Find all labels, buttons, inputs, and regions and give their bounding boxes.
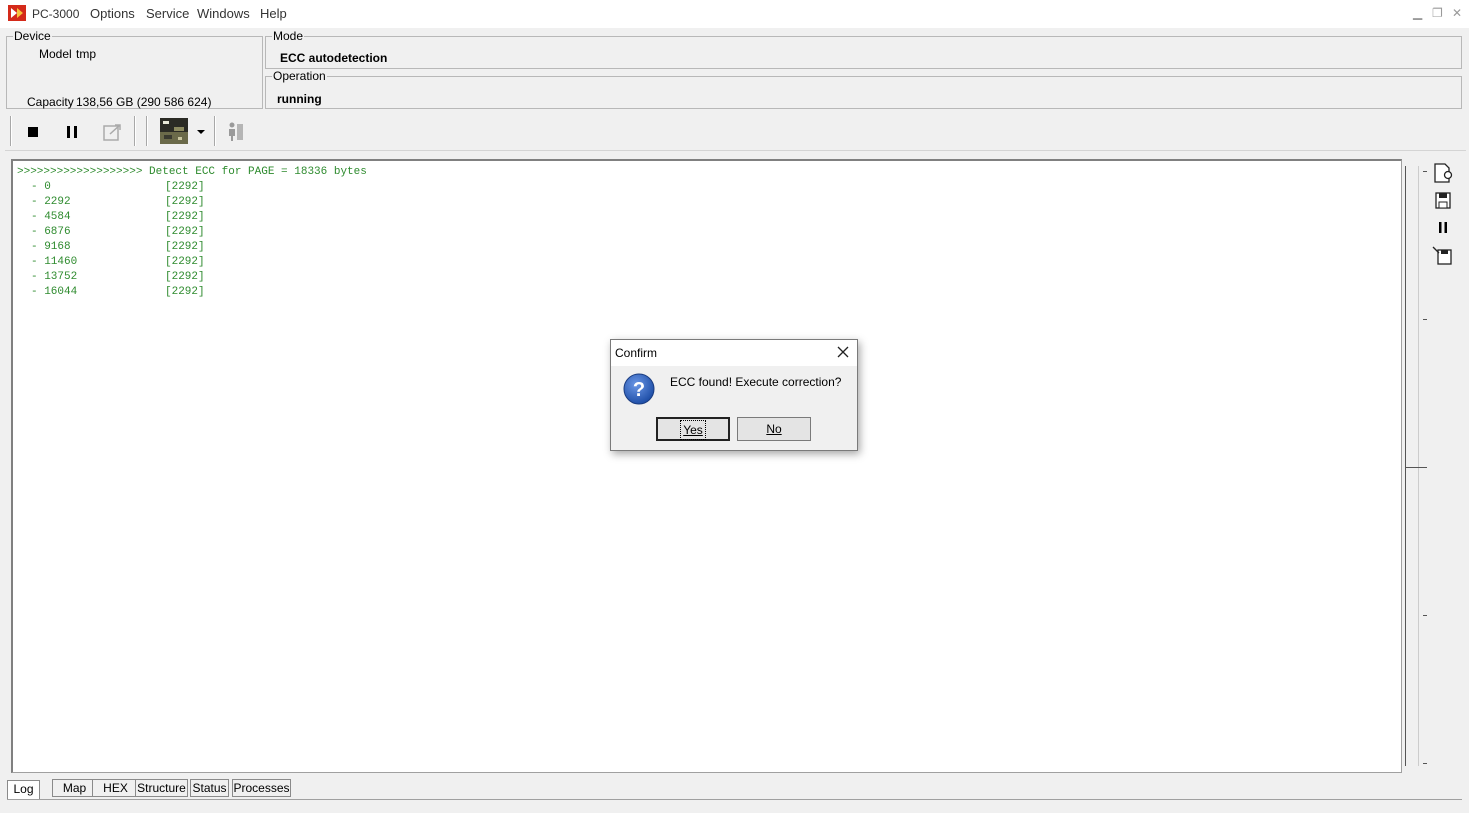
tab-log[interactable]: Log (7, 780, 40, 800)
log-row-offset: - 9168 (31, 241, 71, 253)
log-settings-icon[interactable] (1431, 162, 1455, 184)
menu-service[interactable]: Service (144, 6, 191, 21)
model-value: tmp (76, 47, 97, 61)
yes-button-label: Yes (680, 420, 706, 440)
tab-structure[interactable]: Structure (135, 779, 188, 797)
menu-options[interactable]: Options (88, 6, 137, 21)
device-group: Device Model tmp Capacity 138,56 GB (290… (6, 29, 263, 109)
device-legend: Device (13, 29, 52, 43)
no-button-label: No (766, 422, 782, 436)
no-button[interactable]: No (737, 417, 811, 441)
close-icon[interactable]: ✕ (1452, 6, 1462, 20)
log-panel[interactable]: >>>>>>>>>>>>>>>>>>> Detect ECC for PAGE … (11, 159, 1402, 773)
operation-legend: Operation (272, 69, 327, 83)
app-title: PC-3000 (32, 7, 80, 21)
menu-help[interactable]: Help (258, 6, 289, 21)
log-row-offset: - 2292 (31, 196, 71, 208)
log-header-line: >>>>>>>>>>>>>>>>>>> Detect ECC for PAGE … (17, 166, 367, 178)
mode-group: Mode ECC autodetection (265, 29, 1462, 69)
log-row-offset: - 11460 (31, 256, 78, 268)
toolbar (5, 112, 1466, 151)
tab-map[interactable]: Map (52, 779, 97, 797)
person-icon[interactable] (223, 120, 247, 144)
mode-legend: Mode (272, 29, 305, 43)
log-row-value: [2292] (165, 256, 205, 268)
tab-hex[interactable]: HEX (92, 779, 139, 797)
tab-status[interactable]: Status (190, 779, 229, 797)
log-row-value: [2292] (165, 211, 205, 223)
minimize-icon[interactable]: ▁ (1413, 6, 1422, 20)
scale-tick (1423, 171, 1427, 172)
dialog-message: ECC found! Execute correction? (670, 375, 842, 389)
log-row-value: [2292] (165, 286, 205, 298)
stop-icon[interactable] (21, 120, 45, 144)
toolbar-separator (214, 116, 216, 146)
confirm-dialog: Confirm ? ECC found! Execute correction?… (610, 339, 858, 451)
pause-icon[interactable] (60, 120, 84, 144)
log-row-offset: - 0 (31, 181, 51, 193)
mode-value: ECC autodetection (280, 51, 388, 65)
pause-log-icon[interactable] (1431, 217, 1455, 239)
operation-group: Operation running (265, 69, 1462, 109)
log-row-offset: - 6876 (31, 226, 71, 238)
capacity-label: Capacity (27, 95, 74, 109)
log-row-offset: - 13752 (31, 271, 78, 283)
scale-tick (1423, 319, 1427, 320)
model-label: Model (39, 47, 72, 61)
log-row-offset: - 16044 (31, 286, 78, 298)
log-row-offset: - 4584 (31, 211, 71, 223)
svg-text:?: ? (633, 379, 645, 401)
tab-processes[interactable]: Processes (232, 779, 291, 797)
operation-status: running (277, 92, 322, 106)
save-icon[interactable] (1431, 190, 1455, 212)
dialog-close-icon[interactable] (835, 344, 851, 360)
question-icon: ? (623, 373, 655, 405)
menu-windows[interactable]: Windows (195, 6, 252, 21)
dropdown-arrow-icon[interactable] (195, 120, 207, 144)
status-divider (7, 799, 1462, 800)
log-row-value: [2292] (165, 181, 205, 193)
scale-tick (1423, 615, 1427, 616)
toolbar-separator (146, 116, 148, 146)
scale-tick (1405, 467, 1427, 468)
toolbar-separator (10, 116, 12, 146)
restore-icon[interactable]: ❐ (1432, 6, 1443, 20)
log-scale-track[interactable] (1405, 166, 1419, 766)
capacity-value: 138,56 GB (290 586 624) (76, 95, 212, 109)
title-bar: PC-3000 Options Service Windows Help ▁ ❐… (0, 0, 1469, 28)
image-preview-icon[interactable] (160, 118, 188, 144)
dialog-titlebar: Confirm (611, 340, 857, 366)
pc3000-logo-icon (8, 5, 26, 21)
log-row-value: [2292] (165, 226, 205, 238)
scale-tick (1423, 763, 1427, 764)
export-icon[interactable] (101, 120, 125, 144)
log-row-value: [2292] (165, 271, 205, 283)
log-row-value: [2292] (165, 196, 205, 208)
toolbar-separator (134, 116, 136, 146)
yes-button[interactable]: Yes (656, 417, 730, 441)
log-row-value: [2292] (165, 241, 205, 253)
dialog-title: Confirm (615, 346, 658, 360)
save-as-icon[interactable] (1431, 244, 1455, 266)
